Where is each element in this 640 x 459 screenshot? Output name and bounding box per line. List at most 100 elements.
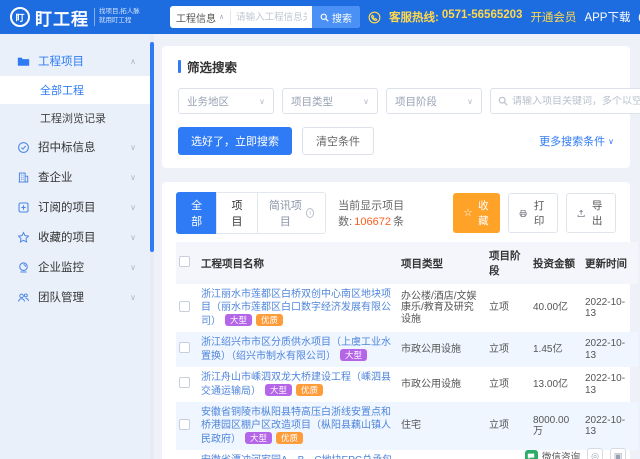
filter-select-1[interactable]: 项目类型 ∨ <box>282 88 378 114</box>
chevron-down-icon: ∨ <box>130 233 136 242</box>
star-icon: ☆ <box>463 207 472 219</box>
table-row: 浙江舟山市嵊泗双龙大桥建设工程（嵊泗县交通运输局）大型优质市政公用设施立项13.… <box>176 367 638 402</box>
printer-icon <box>519 208 527 219</box>
sidebar-item-label: 工程项目 <box>38 53 122 69</box>
project-table: 工程项目名称项目类型项目阶段投资金额更新时间 浙江丽水市莲都区白桥双创中心南区地… <box>176 242 638 459</box>
row-checkbox[interactable] <box>179 419 190 430</box>
search-icon <box>498 96 508 106</box>
header-search-input[interactable] <box>231 12 312 23</box>
tab-1[interactable]: 项目 <box>216 192 257 234</box>
app-download-link[interactable]: APP下载 <box>584 9 630 25</box>
column-header-1: 项目类型 <box>398 242 486 284</box>
chevron-down-icon: ∨ <box>130 293 136 302</box>
main-scrollbar-track <box>150 34 154 459</box>
tab-2[interactable]: 简讯项目i <box>257 192 327 234</box>
sidebar-item-1[interactable]: 招中标信息∨ <box>0 132 150 162</box>
logo-text: 盯工程 <box>35 5 89 30</box>
badge-large: 大型 <box>340 349 367 361</box>
vip-link[interactable]: 开通会员 <box>530 9 576 25</box>
chevron-down-icon: ∨ <box>467 97 473 106</box>
table-row: 安徽省铜陵市枞阳县特高压白浙线安置点和桥港园区棚户区改造项目（枞阳县藕山镇人民政… <box>176 402 638 450</box>
sidebar-item-label: 订阅的项目 <box>38 199 122 215</box>
tab-label: 全部 <box>188 197 205 229</box>
chevron-down-icon: ∨ <box>130 203 136 212</box>
sidebar-subitem-0-1[interactable]: 工程浏览记录 <box>0 104 150 132</box>
qrcode-icon[interactable]: ▣ <box>610 448 626 459</box>
sidebar-item-5[interactable]: 企业监控∨ <box>0 252 150 282</box>
chevron-up-icon: ∧ <box>130 57 136 66</box>
filter-search-panel: 筛选搜索 业务地区∨项目类型∨项目阶段∨ 选好了，立即搜索 清空条件 更多搜索条… <box>162 46 630 168</box>
keyword-input[interactable] <box>512 96 640 107</box>
row-checkbox[interactable] <box>179 377 190 388</box>
sidebar-subitem-label: 全部工程 <box>40 82 84 98</box>
main-scrollbar-thumb[interactable] <box>150 42 154 252</box>
header-search-button[interactable]: 搜索 <box>312 6 360 28</box>
project-type: 市政公用设施 <box>398 367 486 402</box>
filter-select-0[interactable]: 业务地区∨ <box>178 88 274 114</box>
badge-large: 大型 <box>265 384 292 396</box>
project-stage: 主体施工 <box>486 450 530 459</box>
search-category-dropdown[interactable]: 工程信息 ∧ <box>170 10 231 25</box>
project-stage: 立项 <box>486 332 530 367</box>
sidebar-item-label: 查企业 <box>38 169 122 185</box>
select-placeholder: 项目类型 <box>291 94 333 109</box>
wechat-icon <box>525 450 538 459</box>
chevron-up-icon: ∧ <box>219 13 224 21</box>
select-placeholder: 业务地区 <box>187 94 229 109</box>
search-icon <box>320 13 329 22</box>
project-amount: 1.45亿 <box>530 332 582 367</box>
sidebar-item-label: 收藏的项目 <box>38 229 122 245</box>
export-button[interactable]: 导出 <box>566 193 616 233</box>
sidebar-subitem-0-0[interactable]: 全部工程 <box>0 76 150 104</box>
table-body: 浙江丽水市莲都区白桥双创中心南区地块项目（丽水市莲都区白口数字经济发展有限公司）… <box>176 284 638 459</box>
select-placeholder: 项目阶段 <box>395 94 437 109</box>
row-checkbox[interactable] <box>179 301 190 312</box>
column-header-2: 项目阶段 <box>486 242 530 284</box>
tab-0[interactable]: 全部 <box>176 192 217 234</box>
row-checkbox[interactable] <box>179 342 190 353</box>
chevron-down-icon: ∨ <box>608 137 614 146</box>
apply-search-button[interactable]: 选好了，立即搜索 <box>178 127 292 155</box>
search-category-label: 工程信息 <box>176 10 216 25</box>
table-row: 浙江丽水市莲都区白桥双创中心南区地块项目（丽水市莲都区白口数字经济发展有限公司）… <box>176 284 638 332</box>
filter-select-2[interactable]: 项目阶段 ∨ <box>386 88 482 114</box>
logo[interactable]: 盯 盯工程 找项目,拓人脉 就用盯工程 <box>10 5 162 30</box>
project-type: 住宅 <box>398 402 486 450</box>
building-icon <box>16 170 30 184</box>
clear-filters-button[interactable]: 清空条件 <box>302 127 374 155</box>
result-count: 当前显示项目数:106672条 <box>338 197 453 229</box>
header-search: 工程信息 ∧ 搜索 <box>170 6 360 28</box>
sidebar-item-label: 企业监控 <box>38 259 122 275</box>
sidebar-item-6[interactable]: 团队管理 ∨ <box>0 282 150 312</box>
select-all-checkbox[interactable] <box>179 256 190 267</box>
header-right: 客服热线:0571-56565203 开通会员 APP下载 ∨ <box>368 9 640 25</box>
project-stage: 立项 <box>486 284 530 332</box>
folder-icon <box>16 54 30 68</box>
info-icon: i <box>306 208 314 218</box>
column-header-0: 工程项目名称 <box>198 242 398 284</box>
phone-icon <box>368 11 381 24</box>
list-toolbar: 全部项目简讯项目i 当前显示项目数:106672条 ☆ 收藏 打印 <box>176 192 616 234</box>
sidebar-item-4[interactable]: 收藏的项目 ∨ <box>0 222 150 252</box>
more-conditions-link[interactable]: 更多搜索条件 ∨ <box>539 133 614 149</box>
favorite-button[interactable]: ☆ 收藏 <box>453 193 500 233</box>
customer-service-icon[interactable]: ◎ <box>587 448 603 459</box>
result-count-value: 106672 <box>354 216 391 228</box>
team-icon <box>16 290 30 304</box>
project-type: 市政公用设施 <box>398 332 486 367</box>
sidebar-item-0[interactable]: 工程项目 ∧ <box>0 46 150 76</box>
sidebar-item-label: 招中标信息 <box>38 139 122 155</box>
print-button[interactable]: 打印 <box>508 193 558 233</box>
chevron-down-icon: ∨ <box>363 97 369 106</box>
wechat-consult[interactable]: 微信咨询 <box>525 449 580 459</box>
project-amount: 13.00亿 <box>530 367 582 402</box>
sidebar-item-2[interactable]: 查企业∨ <box>0 162 150 192</box>
project-name-link[interactable]: 安徽省潭冲河家园A、B、C地块EPC总承包项目（肥西城市更新建设发展有限公司） <box>201 455 392 459</box>
sidebar-item-3[interactable]: 订阅的项目 ∨ <box>0 192 150 222</box>
badge-quality: 优质 <box>296 384 323 396</box>
table-row: 浙江绍兴市市区分质供水项目（上虞工业水置换）（绍兴市制水有限公司）大型市政公用设… <box>176 332 638 367</box>
badge-quality: 优质 <box>256 314 283 326</box>
column-header-3: 投资金额 <box>530 242 582 284</box>
project-list-panel: 全部项目简讯项目i 当前显示项目数:106672条 ☆ 收藏 打印 <box>162 182 630 459</box>
sidebar-item-label: 团队管理 <box>38 289 122 305</box>
